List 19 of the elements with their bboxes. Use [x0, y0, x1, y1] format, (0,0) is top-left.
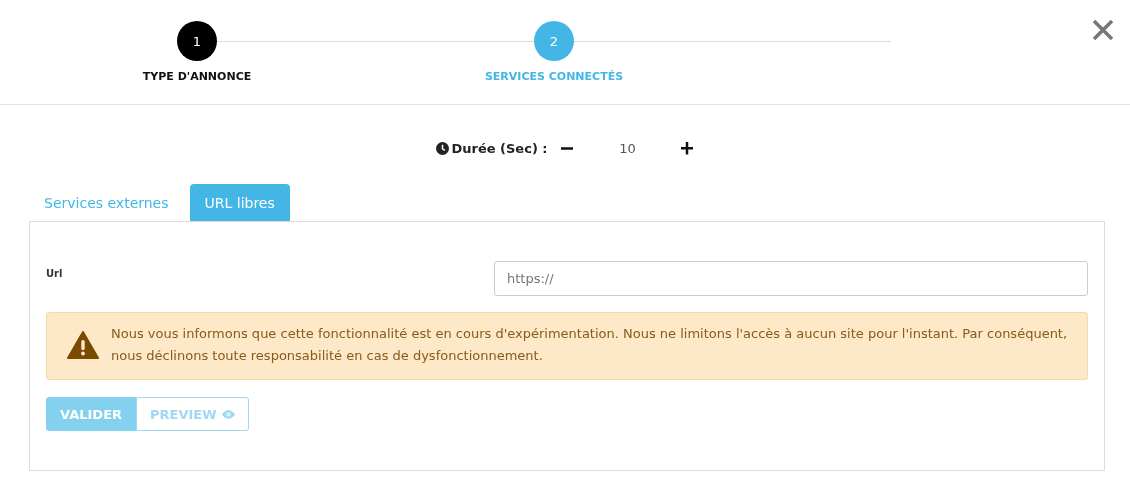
- duration-value: 10: [618, 140, 637, 156]
- duration-label: Durée (Sec) :: [451, 140, 548, 156]
- tab[interactable]: Services externes: [29, 184, 184, 221]
- url-input[interactable]: https://: [494, 261, 1088, 296]
- step-circle: 1: [177, 21, 217, 61]
- url-label: Url: [46, 268, 64, 279]
- warning-text: Nous vous informons que cette fonctionnalité est en cours d'expérimentation. Nous ne limitons l'accès à aucun site pour l'instant. Par conséquent, nous déclinons toute responsabilité en cas de dysfonctionnement.: [111, 325, 1069, 365]
- clock-icon: [436, 141, 450, 155]
- minus-icon: [560, 146, 573, 150]
- tab[interactable]: URL libres: [189, 184, 290, 221]
- step-label: SERVICES CONNECTÉS: [484, 70, 624, 83]
- warning-icon: [67, 331, 99, 359]
- close-button[interactable]: [1091, 18, 1115, 42]
- step-label: TYPE D'ANNONCE: [142, 70, 252, 83]
- close-icon: [1091, 18, 1115, 42]
- plus-button[interactable]: [679, 140, 696, 156]
- step-circle: 2: [534, 21, 574, 61]
- plus-icon: [679, 140, 694, 156]
- eye-icon: [221, 409, 235, 419]
